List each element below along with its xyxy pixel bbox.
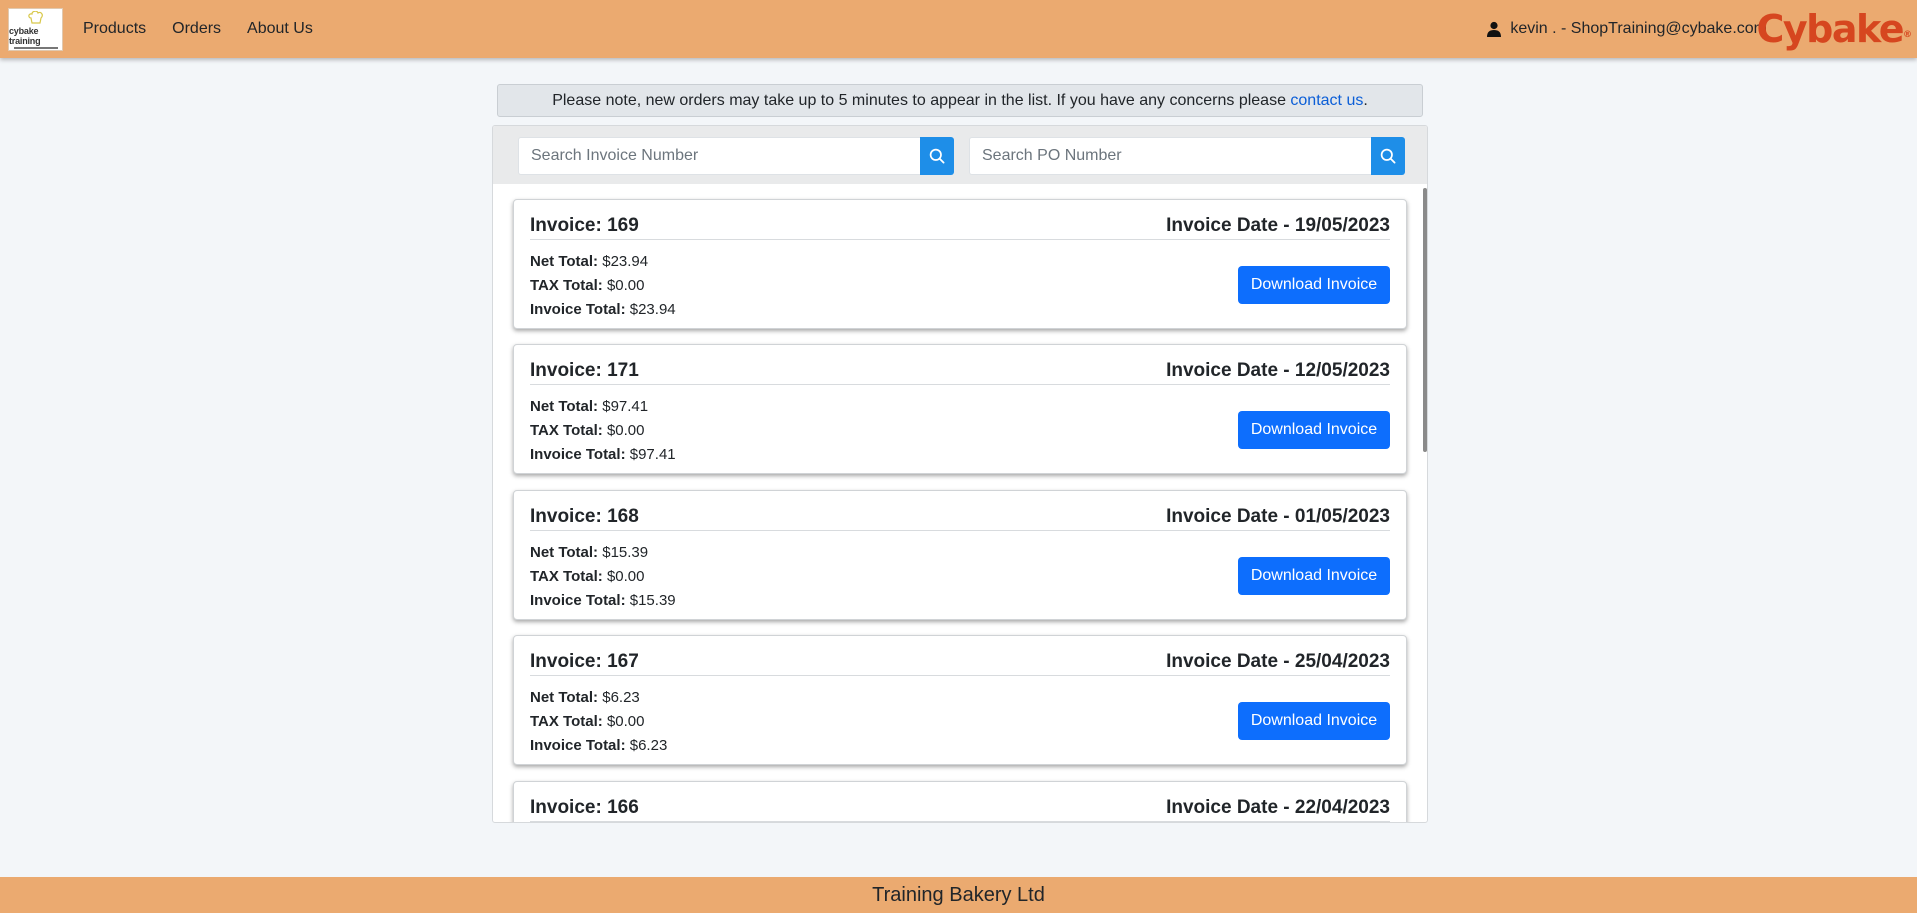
invoice-card-header: Invoice: 168 Invoice Date - 01/05/2023 <box>530 506 1390 531</box>
tax-total-value: $0.00 <box>606 422 645 439</box>
tax-total-value: $0.00 <box>606 713 645 730</box>
brand-logo: Cybake® <box>1756 6 1912 52</box>
download-invoice-button[interactable]: Download Invoice <box>1238 557 1390 595</box>
tax-total-label: TAX Total: <box>530 568 603 585</box>
po-search-button[interactable] <box>1371 137 1405 175</box>
tax-total-label: TAX Total: <box>530 277 603 294</box>
invoice-total-value: $6.23 <box>629 737 668 754</box>
invoice-search-group <box>518 137 954 175</box>
invoice-card: Invoice: 167 Invoice Date - 25/04/2023 N… <box>513 635 1407 765</box>
invoice-card-header: Invoice: 171 Invoice Date - 12/05/2023 <box>530 360 1390 385</box>
invoice-card: Invoice: 166 Invoice Date - 22/04/2023 <box>513 781 1407 822</box>
nav-about-us[interactable]: About Us <box>247 20 313 38</box>
footer-company-name: Training Bakery Ltd <box>872 883 1045 906</box>
site-footer: Training Bakery Ltd <box>0 877 1917 913</box>
search-icon <box>1380 148 1396 164</box>
download-invoice-button[interactable]: Download Invoice <box>1238 702 1390 740</box>
search-icon <box>929 148 945 164</box>
contact-us-link[interactable]: contact us <box>1290 92 1363 109</box>
invoice-number: Invoice: 171 <box>530 360 639 381</box>
tax-total-label: TAX Total: <box>530 713 603 730</box>
invoice-total-label: Invoice Total: <box>530 301 626 318</box>
invoice-total-value: $97.41 <box>629 446 676 463</box>
invoice-number: Invoice: 166 <box>530 797 639 818</box>
tax-total-label: TAX Total: <box>530 422 603 439</box>
nav-products[interactable]: Products <box>83 20 146 38</box>
invoice-total-label: Invoice Total: <box>530 592 626 609</box>
invoice-date: Invoice Date - 19/05/2023 <box>1166 215 1390 236</box>
po-search-input[interactable] <box>969 137 1371 175</box>
invoice-date: Invoice Date - 22/04/2023 <box>1166 797 1390 818</box>
invoice-number: Invoice: 168 <box>530 506 639 527</box>
user-account[interactable]: kevin . - ShopTraining@cybake.com <box>1486 0 1767 58</box>
logo-text: cybake training <box>9 25 41 46</box>
invoice-date: Invoice Date - 25/04/2023 <box>1166 651 1390 672</box>
list-scrollbar-thumb[interactable] <box>1423 188 1427 452</box>
invoice-totals: Net Total: $15.39 TAX Total: $0.00 Invoi… <box>530 541 676 613</box>
brand-registered-mark: ® <box>1903 30 1912 40</box>
download-invoice-button[interactable]: Download Invoice <box>1238 266 1390 304</box>
net-total-value: $23.94 <box>602 253 649 270</box>
invoice-list[interactable]: Invoice: 169 Invoice Date - 19/05/2023 N… <box>493 184 1427 822</box>
search-bar <box>493 126 1427 184</box>
invoice-card-header: Invoice: 169 Invoice Date - 19/05/2023 <box>530 215 1390 240</box>
net-total-label: Net Total: <box>530 544 599 561</box>
top-navbar: cybake training Products Orders About Us… <box>0 0 1917 58</box>
net-total-value: $15.39 <box>602 544 649 561</box>
net-total-label: Net Total: <box>530 689 599 706</box>
new-orders-notice: Please note, new orders may take up to 5… <box>497 84 1423 117</box>
invoice-total-value: $23.94 <box>629 301 676 318</box>
net-total-label: Net Total: <box>530 398 599 415</box>
nav-orders[interactable]: Orders <box>172 20 221 38</box>
download-invoice-button[interactable]: Download Invoice <box>1238 411 1390 449</box>
invoice-card: Invoice: 171 Invoice Date - 12/05/2023 N… <box>513 344 1407 474</box>
invoice-search-input[interactable] <box>518 137 920 175</box>
tax-total-value: $0.00 <box>606 277 645 294</box>
chef-hat-icon <box>27 10 43 24</box>
invoice-date: Invoice Date - 12/05/2023 <box>1166 360 1390 381</box>
invoice-total-label: Invoice Total: <box>530 446 626 463</box>
invoice-number: Invoice: 167 <box>530 651 639 672</box>
user-label: kevin . - ShopTraining@cybake.com <box>1510 20 1767 37</box>
invoice-card: Invoice: 168 Invoice Date - 01/05/2023 N… <box>513 490 1407 620</box>
invoice-total-label: Invoice Total: <box>530 737 626 754</box>
net-total-value: $97.41 <box>602 398 649 415</box>
invoice-total-value: $15.39 <box>629 592 676 609</box>
notice-suffix: . <box>1363 91 1368 109</box>
tax-total-value: $0.00 <box>606 568 645 585</box>
notice-message: Please note, new orders may take up to 5… <box>552 91 1291 109</box>
invoice-date: Invoice Date - 01/05/2023 <box>1166 506 1390 527</box>
net-total-label: Net Total: <box>530 253 599 270</box>
invoice-number: Invoice: 169 <box>530 215 639 236</box>
invoice-panel: Invoice: 169 Invoice Date - 19/05/2023 N… <box>492 125 1428 823</box>
user-icon <box>1487 21 1502 37</box>
invoice-card: Invoice: 169 Invoice Date - 19/05/2023 N… <box>513 199 1407 329</box>
site-logo[interactable]: cybake training <box>8 8 63 51</box>
logo-underline <box>13 46 58 49</box>
brand-name: Cybake <box>1756 7 1904 51</box>
invoice-totals: Net Total: $23.94 TAX Total: $0.00 Invoi… <box>530 250 676 322</box>
invoice-card-header: Invoice: 167 Invoice Date - 25/04/2023 <box>530 651 1390 676</box>
notice-text: Please note, new orders may take up to 5… <box>552 92 1368 110</box>
net-total-value: $6.23 <box>602 689 640 706</box>
po-search-group <box>969 137 1405 175</box>
invoice-card-header: Invoice: 166 Invoice Date - 22/04/2023 <box>530 797 1390 822</box>
invoice-search-button[interactable] <box>920 137 954 175</box>
invoice-totals: Net Total: $6.23 TAX Total: $0.00 Invoic… <box>530 686 667 758</box>
main-nav: Products Orders About Us <box>83 0 313 58</box>
invoice-totals: Net Total: $97.41 TAX Total: $0.00 Invoi… <box>530 395 676 467</box>
